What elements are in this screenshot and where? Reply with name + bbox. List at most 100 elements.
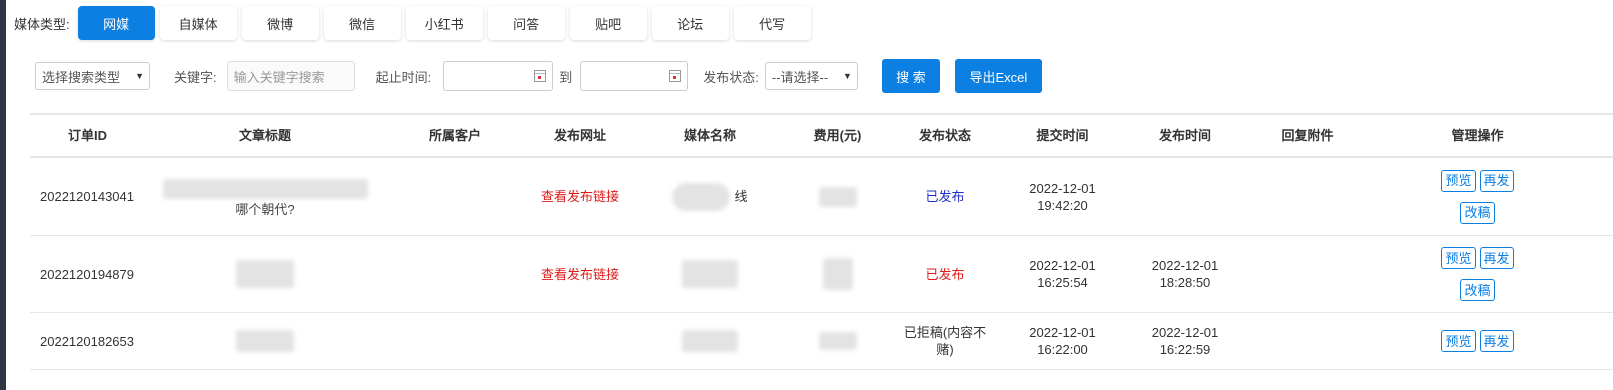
- tab-qa[interactable]: 问答: [487, 6, 565, 40]
- media-type-tabs: 媒体类型: 网媒 自媒体 微博 微信 小红书 问答 贴吧 论坛 代写: [14, 4, 816, 42]
- submit-date: 2022-12-01: [1029, 325, 1096, 340]
- tab-self-media[interactable]: 自媒体: [159, 6, 237, 40]
- media-type-label: 媒体类型:: [14, 16, 70, 32]
- search-type-value: 选择搜索类型: [42, 69, 121, 85]
- status-badge: 已发布: [925, 189, 965, 204]
- actions-line: 预览 再发: [1441, 247, 1514, 269]
- header-order-id: 订单ID: [68, 128, 108, 143]
- tab-weibo[interactable]: 微博: [241, 6, 319, 40]
- tab-tieba[interactable]: 贴吧: [569, 6, 647, 40]
- preview-button[interactable]: 预览: [1441, 169, 1476, 192]
- redacted-text: [818, 186, 857, 207]
- media-name-fragment: 线: [734, 189, 748, 204]
- fee: [785, 236, 890, 312]
- tab-wechat[interactable]: 微信: [323, 6, 401, 40]
- tab-forum[interactable]: 论坛: [651, 6, 729, 40]
- time-range-label: 起止时间:: [375, 69, 432, 85]
- actions-line: 改稿: [1460, 279, 1495, 301]
- resend-button[interactable]: 再发: [1479, 169, 1514, 192]
- tab-web-media[interactable]: 网媒: [77, 6, 155, 40]
- header-url: 发布网址: [553, 128, 606, 143]
- calendar-icon[interactable]: [534, 70, 547, 82]
- revise-button[interactable]: 改稿: [1460, 279, 1495, 301]
- publish-status-select[interactable]: --请选择-- ▼: [764, 62, 858, 90]
- submit-clock: 19:42:20: [1037, 197, 1088, 213]
- redacted-text: [672, 182, 731, 211]
- filter-bar: 选择搜索类型 ▼ 关键字: 输入关键字搜索 起止时间: 到 发布状态: --请选…: [35, 59, 1042, 93]
- order-id: 2022120182653: [40, 333, 134, 349]
- actions-line: 预览 再发: [1441, 169, 1514, 192]
- export-excel-button[interactable]: 导出Excel: [954, 59, 1042, 93]
- submit-date: 2022-12-01: [1029, 180, 1096, 196]
- header-title: 文章标题: [238, 128, 291, 143]
- article-title[interactable]: 哪个朝代?: [145, 158, 385, 235]
- publish-status-label: 发布状态:: [703, 69, 759, 85]
- preview-button[interactable]: 预览: [1441, 247, 1476, 269]
- view-publish-link[interactable]: 查看发布链接: [525, 236, 635, 312]
- reply-attachment: [1245, 236, 1370, 312]
- table-header: 订单ID 文章标题 所属客户 发布网址 媒体名称 费用(元) 发布状态 提交时间…: [30, 113, 1613, 158]
- submit-date: 2022-12-01: [1029, 258, 1096, 273]
- submit-clock: 16:25:54: [1037, 275, 1088, 290]
- submit-clock: 16:22:00: [1037, 342, 1088, 357]
- window-left-edge: [0, 0, 6, 390]
- search-button[interactable]: 搜 索: [881, 59, 940, 93]
- order-id: 2022120143041: [40, 189, 134, 204]
- article-title[interactable]: [145, 313, 385, 369]
- to-label: 到: [559, 69, 573, 85]
- resend-button[interactable]: 再发: [1479, 330, 1514, 352]
- preview-button[interactable]: 预览: [1441, 330, 1476, 352]
- submit-time: 2022-12-01 16:22:00: [1000, 313, 1125, 369]
- tab-ghostwrite[interactable]: 代写: [733, 6, 811, 40]
- redacted-text: [822, 258, 853, 290]
- media-name: [635, 236, 785, 312]
- status-badge: 已发布: [925, 266, 965, 282]
- revise-button[interactable]: 改稿: [1460, 201, 1495, 224]
- reply-attachment: [1245, 313, 1370, 369]
- header-customer: 所属客户: [428, 128, 481, 143]
- header-status: 发布状态: [918, 128, 971, 143]
- customer-name: [385, 158, 525, 235]
- calendar-icon[interactable]: [669, 70, 682, 82]
- header-actions: 管理操作: [1451, 128, 1504, 143]
- chevron-down-icon: ▼: [842, 71, 852, 81]
- publish-time: [1125, 158, 1245, 235]
- row-actions: 预览 再发 改稿: [1370, 236, 1585, 312]
- end-date-input[interactable]: [580, 61, 689, 91]
- table-row: 2022120143041 哪个朝代? 查看发布链接 线 已发布 2022-12…: [30, 158, 1613, 236]
- submit-time: 2022-12-01 16:25:54: [1000, 236, 1125, 312]
- keyword-label: 关键字:: [174, 69, 217, 85]
- header-attachment: 回复附件: [1281, 128, 1334, 143]
- redacted-text: [162, 179, 368, 199]
- publish-time: 2022-12-01 16:22:59: [1125, 313, 1245, 369]
- header-fee: 费用(元): [813, 128, 862, 143]
- status-badge: 已拒稿(内容不 赌): [890, 313, 1000, 369]
- redacted-text: [236, 260, 294, 288]
- chevron-down-icon: ▼: [135, 71, 144, 81]
- tab-xiaohongshu[interactable]: 小红书: [405, 6, 483, 40]
- publish-date: 2022-12-01: [1151, 325, 1219, 340]
- publish-time: 2022-12-01 18:28:50: [1125, 236, 1245, 312]
- article-title[interactable]: [145, 236, 385, 312]
- search-type-select[interactable]: 选择搜索类型 ▼: [35, 62, 150, 90]
- row-actions: 预览 再发: [1370, 313, 1585, 369]
- orders-table: 订单ID 文章标题 所属客户 发布网址 媒体名称 费用(元) 发布状态 提交时间…: [30, 113, 1613, 370]
- redacted-text: [682, 330, 738, 352]
- redacted-text: [818, 332, 857, 350]
- redacted-text: [682, 260, 738, 288]
- header-media-name: 媒体名称: [683, 128, 736, 143]
- title-fragment: 哪个朝代?: [235, 202, 295, 217]
- order-id: 2022120194879: [40, 266, 134, 282]
- status-line: 赌): [936, 342, 954, 357]
- publish-status-value: --请选择--: [771, 69, 829, 85]
- resend-button[interactable]: 再发: [1479, 247, 1514, 269]
- submit-time: 2022-12-01 19:42:20: [1000, 158, 1125, 235]
- fee: [785, 158, 890, 235]
- start-date-input[interactable]: [443, 61, 554, 91]
- status-line: 已拒稿(内容不: [903, 325, 987, 340]
- keyword-input[interactable]: 输入关键字搜索: [226, 61, 355, 91]
- media-name: [635, 313, 785, 369]
- actions-line: 预览 再发: [1441, 330, 1514, 352]
- table-row: 2022120194879 查看发布链接 已发布 2022-12-01 16:2…: [30, 236, 1613, 313]
- view-publish-link[interactable]: 查看发布链接: [525, 158, 635, 235]
